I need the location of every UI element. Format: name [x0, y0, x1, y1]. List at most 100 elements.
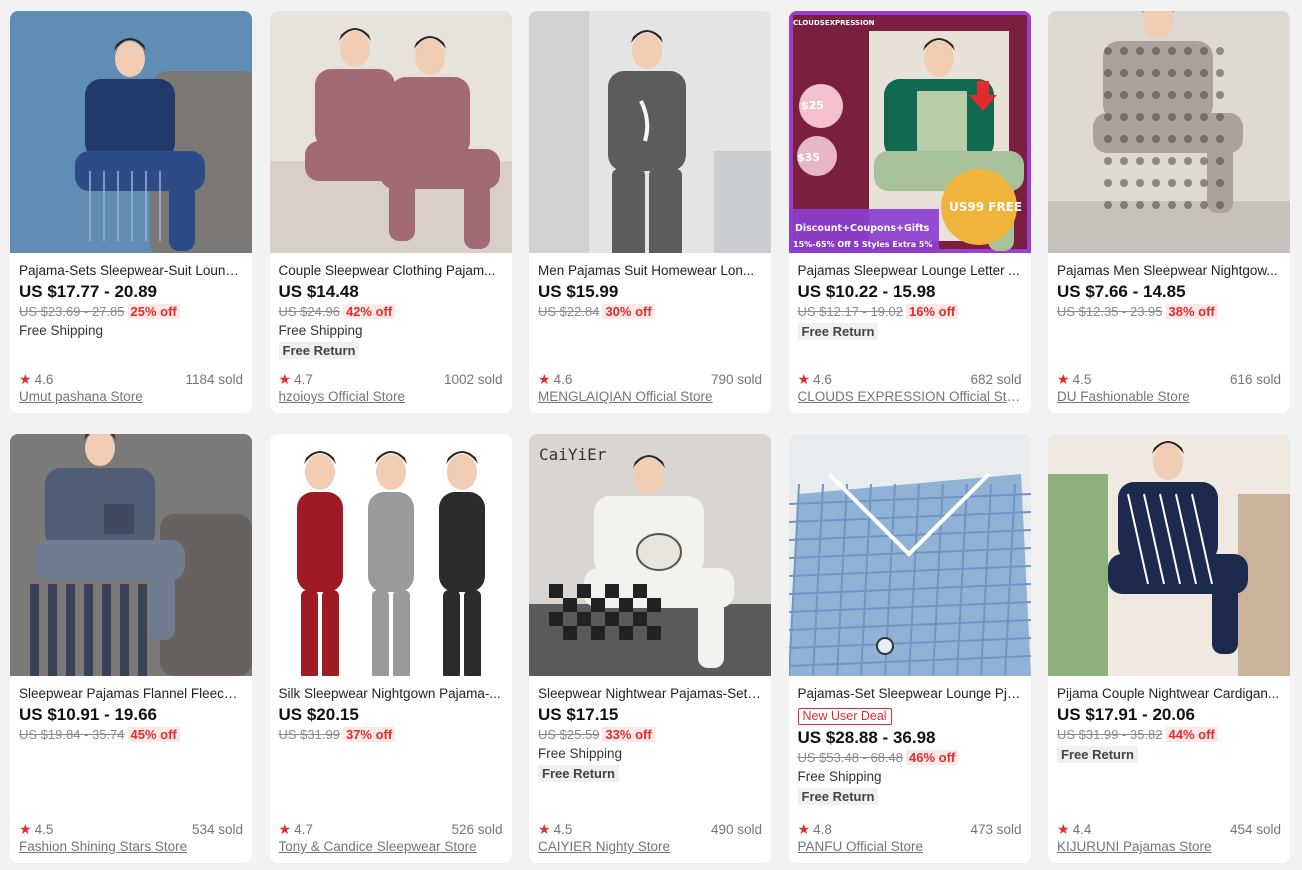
product-title[interactable]: Sleepwear Pajamas Flannel Fleece ... — [19, 686, 243, 702]
product-title[interactable]: Silk Sleepwear Nightgown Pajama-... — [279, 686, 503, 702]
original-price: US $53.48 - 68.48 — [797, 750, 904, 765]
free-badge-text: US99 FREE — [949, 200, 1022, 214]
product-title[interactable]: Couple Sleepwear Clothing Pajam... — [279, 263, 503, 279]
product-card[interactable]: Silk Sleepwear Nightgown Pajama-... US $… — [269, 434, 512, 863]
product-info: Sleepwear Nightwear Pajamas-Set ... US $… — [529, 676, 771, 863]
rating: ★ 4.5 — [1057, 371, 1091, 388]
store-link[interactable]: CAIYIER Nighty Store — [538, 838, 762, 855]
product-photo-illustration — [788, 434, 1031, 676]
store-link[interactable]: MENGLAIQIAN Official Store — [538, 388, 762, 405]
product-title[interactable]: Pajamas Men Sleepwear Nightgow... — [1057, 263, 1281, 279]
star-icon: ★ — [19, 821, 32, 837]
product-card[interactable]: Sleepwear Pajamas Flannel Fleece ... US … — [10, 434, 252, 863]
product-image[interactable] — [10, 11, 252, 253]
product-info: Pajamas Sleepwear Lounge Letter ... US $… — [789, 253, 1031, 413]
product-photo-illustration — [1048, 434, 1290, 676]
product-image[interactable] — [529, 11, 771, 253]
store-link[interactable]: DU Fashionable Store — [1057, 388, 1281, 405]
star-icon: ★ — [538, 821, 551, 837]
product-card[interactable]: Pijama Couple Nightwear Cardigan... US $… — [1048, 434, 1290, 863]
product-card[interactable]: Pajama-Sets Sleepwear-Suit Loung... US $… — [10, 11, 252, 413]
product-title[interactable]: Pijama Couple Nightwear Cardigan... — [1057, 686, 1281, 702]
product-card[interactable]: Pajamas-Set Sleepwear Lounge Pjs... New … — [788, 434, 1031, 863]
brand-logo-text: CaiYiEr — [539, 445, 607, 464]
product-image[interactable]: CaiYiEr — [529, 434, 771, 676]
free-shipping-label: Free Shipping — [278, 323, 363, 338]
product-title[interactable]: Pajama-Sets Sleepwear-Suit Loung... — [19, 263, 243, 279]
product-photo-illustration — [10, 434, 252, 676]
rating-row: ★ 4.5 490 sold — [538, 821, 762, 838]
product-info: Silk Sleepwear Nightgown Pajama-... US $… — [270, 676, 512, 863]
discount-badge: 44% off — [1165, 727, 1218, 742]
sold-count: 473 sold — [970, 822, 1022, 837]
star-icon: ★ — [278, 821, 292, 837]
discount-badge: 37% off — [342, 727, 396, 742]
original-price-row: US $12.17 - 19.02 16% off — [798, 303, 1022, 320]
rating-value: 4.4 — [1072, 822, 1092, 837]
store-link[interactable]: hzoioys Official Store — [279, 388, 503, 405]
product-card[interactable]: CaiYiEr Sleepwear Nightwear Pajamas-Set … — [529, 434, 771, 863]
sold-count: 790 sold — [710, 372, 762, 387]
product-title[interactable]: Sleepwear Nightwear Pajamas-Set ... — [538, 686, 762, 702]
product-card[interactable]: Pajamas Men Sleepwear Nightgow... US $7.… — [1048, 11, 1290, 413]
card-footer: ★ 4.5 490 sold CAIYIER Nighty Store — [538, 821, 762, 855]
discount-badge: 45% off — [127, 727, 180, 742]
product-image[interactable] — [1048, 11, 1290, 253]
card-footer: ★ 4.6 1184 sold Umut pashana Store — [19, 371, 243, 405]
rating-row: ★ 4.6 1184 sold — [19, 371, 243, 388]
rating-row: ★ 4.8 473 sold — [798, 821, 1022, 838]
product-image[interactable] — [269, 11, 512, 253]
rating: ★ 4.6 — [798, 371, 832, 388]
star-icon: ★ — [797, 821, 811, 837]
free-return-badge: Free Return — [538, 765, 619, 782]
product-info: Men Pajamas Suit Homewear Lon... US $15.… — [529, 253, 771, 413]
store-link[interactable]: CLOUDS EXPRESSION Official Store — [798, 388, 1022, 405]
discount-badge: 46% off — [906, 750, 959, 765]
sold-count: 682 sold — [970, 372, 1022, 387]
original-price-row: US $23.69 - 27.85 25% off — [19, 303, 243, 320]
product-card[interactable]: CLOUDSEXPRESSION Discount+Coupons+Gifts 15… — [788, 11, 1031, 413]
original-price-row: US $22.84 30% off — [538, 303, 762, 320]
rating-value: 4.5 — [1072, 372, 1092, 387]
product-info: Pijama Couple Nightwear Cardigan... US $… — [1048, 676, 1290, 863]
free-return-badge: Free Return — [278, 342, 360, 359]
rating-row: ★ 4.4 454 sold — [1057, 821, 1281, 838]
promo-text: Discount+Coupons+Gifts — [795, 223, 930, 234]
rating-value: 4.7 — [294, 822, 313, 837]
product-price: US $10.22 - 15.98 — [797, 282, 936, 301]
product-title[interactable]: Pajamas-Set Sleepwear Lounge Pjs... — [798, 686, 1022, 702]
original-price: US $12.17 - 19.02 — [797, 304, 904, 319]
store-link[interactable]: Tony & Candice Sleepwear Store — [279, 838, 503, 855]
sold-count: 616 sold — [1229, 372, 1281, 387]
rating: ★ 4.7 — [279, 821, 313, 838]
discount-badge: 38% off — [1165, 304, 1218, 319]
brand-logo-text: CLOUDSEXPRESSION — [793, 19, 875, 27]
product-info: Pajama-Sets Sleepwear-Suit Loung... US $… — [10, 253, 252, 413]
product-card[interactable]: Men Pajamas Suit Homewear Lon... US $15.… — [529, 11, 771, 413]
product-price: US $17.91 - 20.06 — [1057, 705, 1195, 724]
product-image[interactable] — [10, 434, 252, 676]
discount-badge: 16% off — [906, 304, 959, 319]
product-image[interactable] — [269, 434, 512, 676]
product-image[interactable]: CLOUDSEXPRESSION Discount+Coupons+Gifts 15… — [788, 11, 1031, 253]
sold-count: 454 sold — [1229, 822, 1281, 837]
original-price: US $19.84 - 35.74 — [19, 727, 125, 742]
product-photo-illustration — [529, 11, 771, 253]
product-photo-illustration — [269, 434, 512, 676]
product-title[interactable]: Men Pajamas Suit Homewear Lon... — [538, 263, 762, 279]
product-image[interactable] — [788, 434, 1031, 676]
free-shipping-label: Free Shipping — [797, 769, 882, 784]
product-photo-illustration — [10, 11, 252, 253]
product-photo-illustration: CaiYiEr — [529, 434, 771, 676]
product-image[interactable] — [1048, 434, 1290, 676]
original-price: US $23.69 - 27.85 — [19, 304, 125, 319]
discount-badge: 25% off — [127, 304, 180, 319]
card-footer: ★ 4.6 790 sold MENGLAIQIAN Official Store — [538, 371, 762, 405]
store-link[interactable]: KIJURUNI Pajamas Store — [1057, 838, 1281, 855]
rating-row: ★ 4.7 1002 sold — [279, 371, 503, 388]
store-link[interactable]: PANFU Official Store — [798, 838, 1022, 855]
store-link[interactable]: Umut pashana Store — [19, 388, 243, 405]
product-title[interactable]: Pajamas Sleepwear Lounge Letter ... — [798, 263, 1022, 279]
store-link[interactable]: Fashion Shining Stars Store — [19, 838, 243, 855]
product-card[interactable]: Couple Sleepwear Clothing Pajam... US $1… — [269, 11, 512, 413]
